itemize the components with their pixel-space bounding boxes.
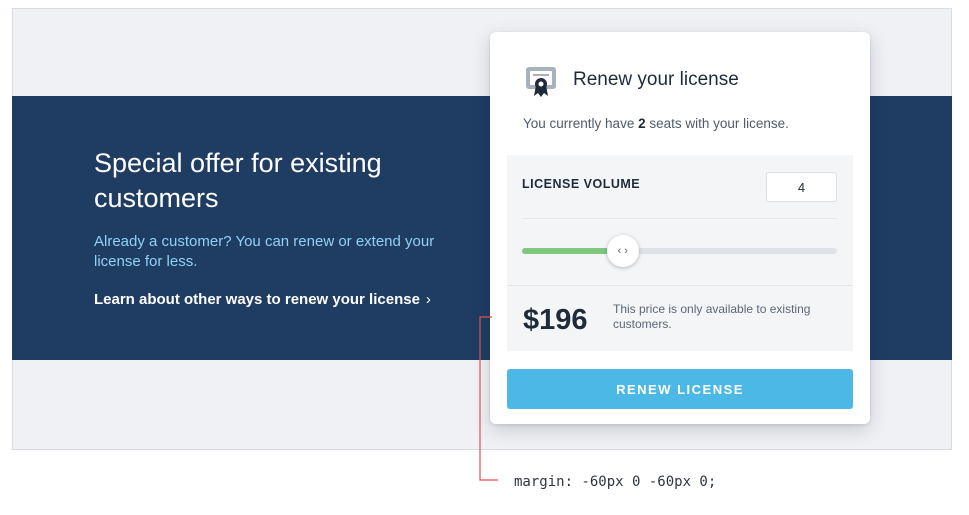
seat-count-text: You currently have 2 seats with your lic… [523,114,843,134]
renew-license-card: Renew your license You currently have 2 … [490,32,870,424]
margin-annotation: margin: -60px 0 -60px 0; [514,474,717,490]
seat-count: 2 [638,116,646,131]
license-volume-input[interactable] [766,172,837,202]
license-volume-panel: LICENSE VOLUME ‹› $196 This price is onl… [507,155,853,351]
divider [522,218,837,219]
seat-desc-suffix: seats with your license. [645,116,789,131]
license-volume-slider[interactable] [522,248,837,254]
seat-desc-prefix: You currently have [523,116,639,131]
certificate-icon [526,67,556,97]
chevron-right-icon: › [425,291,431,308]
other-ways-link-label: Learn about other ways to renew your lic… [94,291,420,308]
divider [507,285,853,286]
slider-handle[interactable]: ‹ › [606,235,639,267]
other-ways-link[interactable]: Learn about other ways to renew your lic… [94,290,431,310]
renew-license-button[interactable]: RENEW LICENSE [507,369,853,409]
offer-subtitle: Already a customer? You can renew or ext… [94,233,435,270]
price-note: This price is only available to existing… [613,302,811,331]
price: $196 [523,304,588,336]
annotation-bracket [479,316,498,481]
license-volume-label: LICENSE VOLUME [522,177,641,191]
chevron-right-icon: › [624,244,628,257]
offer-title: Special offer for existing customers [94,148,382,213]
card-title: Renew your license [573,69,739,90]
chevron-left-icon: ‹ [617,244,622,257]
